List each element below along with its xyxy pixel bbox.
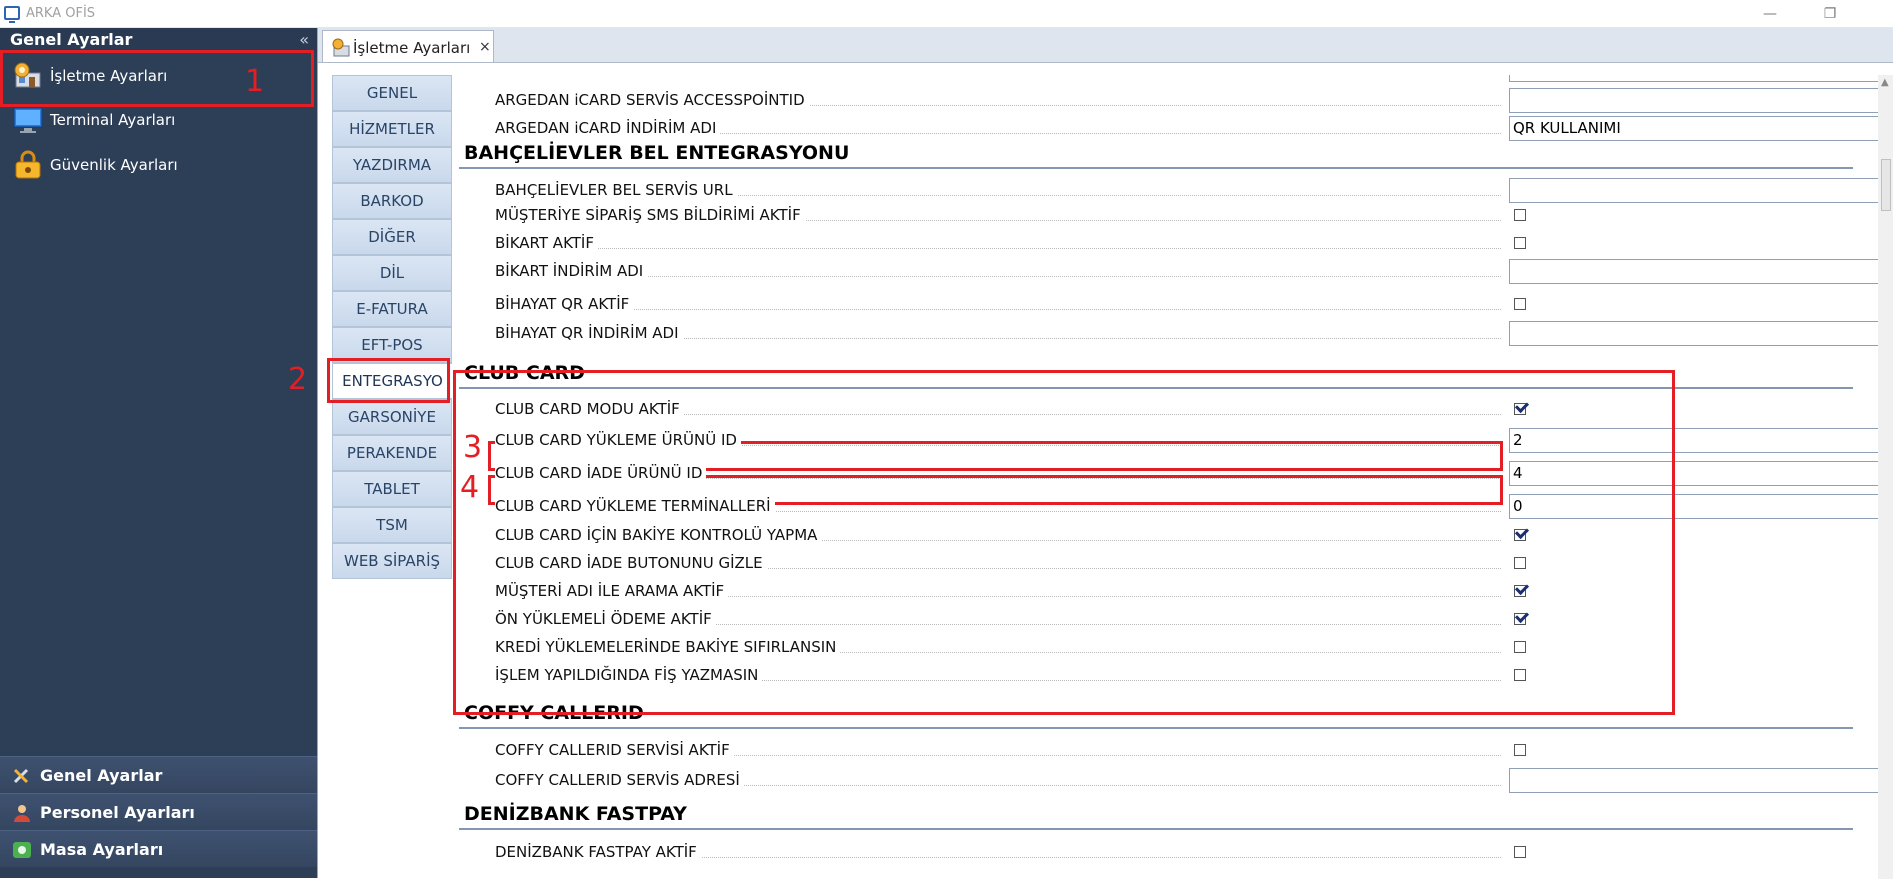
section-title: BAHÇELİEVLER BEL ENTEGRASYONU <box>464 142 850 164</box>
annotation-box-1 <box>0 50 314 107</box>
setting-row: BİKART AKTİF <box>453 230 1853 256</box>
tab-diger[interactable]: DİĞER <box>332 219 452 255</box>
scroll-up-icon[interactable]: ▲ <box>1881 77 1889 88</box>
sidebar: Genel Ayarlar « İşletme Ayarları Termina… <box>0 28 317 878</box>
document-tab-label: İşletme Ayarları <box>353 39 471 57</box>
setting-label: CLUB CARD YÜKLEME TERMİNALLERİ <box>495 497 775 515</box>
sidebar-header: Genel Ayarlar « <box>0 28 317 52</box>
section-title: DENİZBANK FASTPAY <box>464 803 687 825</box>
setting-row: COFFY CALLERID SERVİS ADRESİ <box>453 767 1878 793</box>
padlock-icon <box>12 150 44 180</box>
minimize-button[interactable]: — <box>1755 3 1785 25</box>
section-header: DENİZBANK FASTPAY <box>459 800 1853 830</box>
setting-row: BAHÇELİEVLER BEL SERVİS URL <box>453 177 1878 203</box>
sidebar-item-label: Güvenlik Ayarları <box>50 156 178 174</box>
tab-perakende[interactable]: PERAKENDE <box>332 435 452 471</box>
leader-dots <box>495 309 1501 310</box>
scroll-thumb[interactable] <box>1881 159 1891 211</box>
collapse-icon[interactable]: « <box>299 30 309 49</box>
setting-label: KREDİ YÜKLEMELERİNDE BAKİYE SIFIRLANSIN <box>495 638 841 656</box>
setting-label: BİHAYAT QR AKTİF <box>495 295 634 313</box>
tab-web-siparis[interactable]: WEB SİPARİŞ <box>332 543 452 579</box>
tab-garsoniye[interactable]: GARSONİYE <box>332 399 452 435</box>
setting-label: BİKART İNDİRİM ADI <box>495 262 648 280</box>
business-settings-icon <box>331 38 351 58</box>
setting-row: ARGEDAN iCARD SERVİS ACCESSPOİNTID <box>453 87 1878 113</box>
setting-label: ARGEDAN iCARD İNDİRİM ADI <box>495 119 721 137</box>
bottom-group-personel-ayarlari[interactable]: Personel Ayarları <box>0 793 317 830</box>
restore-button[interactable]: ❐ <box>1815 3 1845 25</box>
tab-genel[interactable]: GENEL <box>332 75 452 111</box>
setting-checkbox[interactable] <box>1514 237 1526 249</box>
tab-barkod[interactable]: BARKOD <box>332 183 452 219</box>
setting-label: CLUB CARD MODU AKTİF <box>495 400 684 418</box>
annotation-number-1: 1 <box>245 64 265 99</box>
document-tab[interactable]: İşletme Ayarları × <box>322 30 494 63</box>
person-icon <box>12 804 32 822</box>
setting-checkbox[interactable] <box>1514 744 1526 756</box>
title-bar: ARKA OFİS — ❐ <box>0 0 1893 28</box>
setting-row: DENİZBANK FASTPAY AKTİF <box>453 839 1853 865</box>
leader-dots <box>495 248 1501 249</box>
setting-row: ARGEDAN iCARD İNDİRİM ADI QR KULLANIMI <box>453 115 1878 141</box>
setting-text-field[interactable] <box>1509 321 1878 346</box>
tab-yazdirma[interactable]: YAZDIRMA <box>332 147 452 183</box>
setting-label: BAHÇELİEVLER BEL SERVİS URL <box>495 181 737 199</box>
bottom-group-genel-ayarlar[interactable]: Genel Ayarlar <box>0 756 317 793</box>
annotation-box-2 <box>327 358 450 403</box>
table-icon <box>12 841 32 859</box>
sidebar-header-title: Genel Ayarlar <box>10 30 133 49</box>
setting-label: CLUB CARD İADE ÜRÜNÜ ID <box>495 464 707 482</box>
setting-row: BİHAYAT QR AKTİF <box>453 291 1853 317</box>
setting-label: MÜŞTERİ ADI İLE ARAMA AKTİF <box>495 582 729 600</box>
setting-checkbox[interactable] <box>1514 209 1526 221</box>
setting-label: CLUB CARD İÇİN BAKİYE KONTROLÜ YAPMA <box>495 526 822 544</box>
setting-label: ÖN YÜKLEMELİ ÖDEME AKTİF <box>495 610 716 628</box>
setting-label: MÜŞTERİYE SİPARİŞ SMS BİLDİRİMİ AKTİF <box>495 206 805 224</box>
annotation-number-2: 2 <box>288 362 308 397</box>
setting-label: BİHAYAT QR İNDİRİM ADI <box>495 324 683 342</box>
tab-tablet[interactable]: TABLET <box>332 471 452 507</box>
setting-text-field[interactable] <box>1509 75 1878 82</box>
setting-text-field[interactable] <box>1509 178 1878 203</box>
tab-dil[interactable]: DİL <box>332 255 452 291</box>
bottom-group-label: Masa Ayarları <box>40 840 164 859</box>
tab-e-fatura[interactable]: E-FATURA <box>332 291 452 327</box>
tab-tsm[interactable]: TSM <box>332 507 452 543</box>
setting-label: COFFY CALLERID SERVİSİ AKTİF <box>495 741 734 759</box>
sidebar-item-guvenlik-ayarlari[interactable]: Güvenlik Ayarları <box>0 145 317 185</box>
vertical-scrollbar[interactable]: ▲ <box>1878 75 1893 879</box>
setting-row: BİKART İNDİRİM ADI <box>453 258 1878 284</box>
setting-row: COFFY CALLERID SERVİSİ AKTİF <box>453 737 1853 763</box>
bottom-group-label: Genel Ayarlar <box>40 766 163 785</box>
setting-label: DENİZBANK FASTPAY AKTİF <box>495 843 701 861</box>
tools-icon <box>12 767 32 785</box>
setting-label: COFFY CALLERID SERVİS ADRESİ <box>495 771 744 789</box>
setting-text-field[interactable] <box>1509 768 1878 793</box>
setting-text-field[interactable] <box>1509 259 1878 284</box>
setting-label: CLUB CARD İADE BUTONUNU GİZLE <box>495 554 767 572</box>
window-title: ARKA OFİS <box>26 6 96 21</box>
setting-text-field[interactable] <box>1509 88 1878 113</box>
setting-checkbox[interactable] <box>1514 298 1526 310</box>
tab-hizmetler[interactable]: HİZMETLER <box>332 111 452 147</box>
bottom-group-label: Personel Ayarları <box>40 803 195 822</box>
section-header: BAHÇELİEVLER BEL ENTEGRASYONU <box>459 139 1853 169</box>
setting-row: BİHAYAT QR İNDİRİM ADI <box>453 320 1878 346</box>
setting-label: BİKART AKTİF <box>495 234 598 252</box>
setting-label: İŞLEM YAPILDIĞINDA FİŞ YAZMASIN <box>495 666 763 684</box>
setting-label: ARGEDAN iCARD SERVİS ACCESSPOİNTID <box>495 91 809 109</box>
setting-row: MÜŞTERİYE SİPARİŞ SMS BİLDİRİMİ AKTİF <box>453 202 1853 228</box>
sidebar-item-label: Terminal Ayarları <box>50 111 176 129</box>
setting-text-field[interactable]: QR KULLANIMI <box>1509 116 1878 141</box>
setting-checkbox[interactable] <box>1514 846 1526 858</box>
app-monitor-icon <box>4 6 20 23</box>
close-tab-icon[interactable]: × <box>479 39 491 55</box>
annotation-number-3: 3 <box>463 430 483 465</box>
annotation-number-4: 4 <box>460 470 480 505</box>
monitor-icon <box>12 105 44 135</box>
setting-label: CLUB CARD YÜKLEME ÜRÜNÜ ID <box>495 431 741 449</box>
bottom-group-masa-ayarlari[interactable]: Masa Ayarları <box>0 830 317 867</box>
